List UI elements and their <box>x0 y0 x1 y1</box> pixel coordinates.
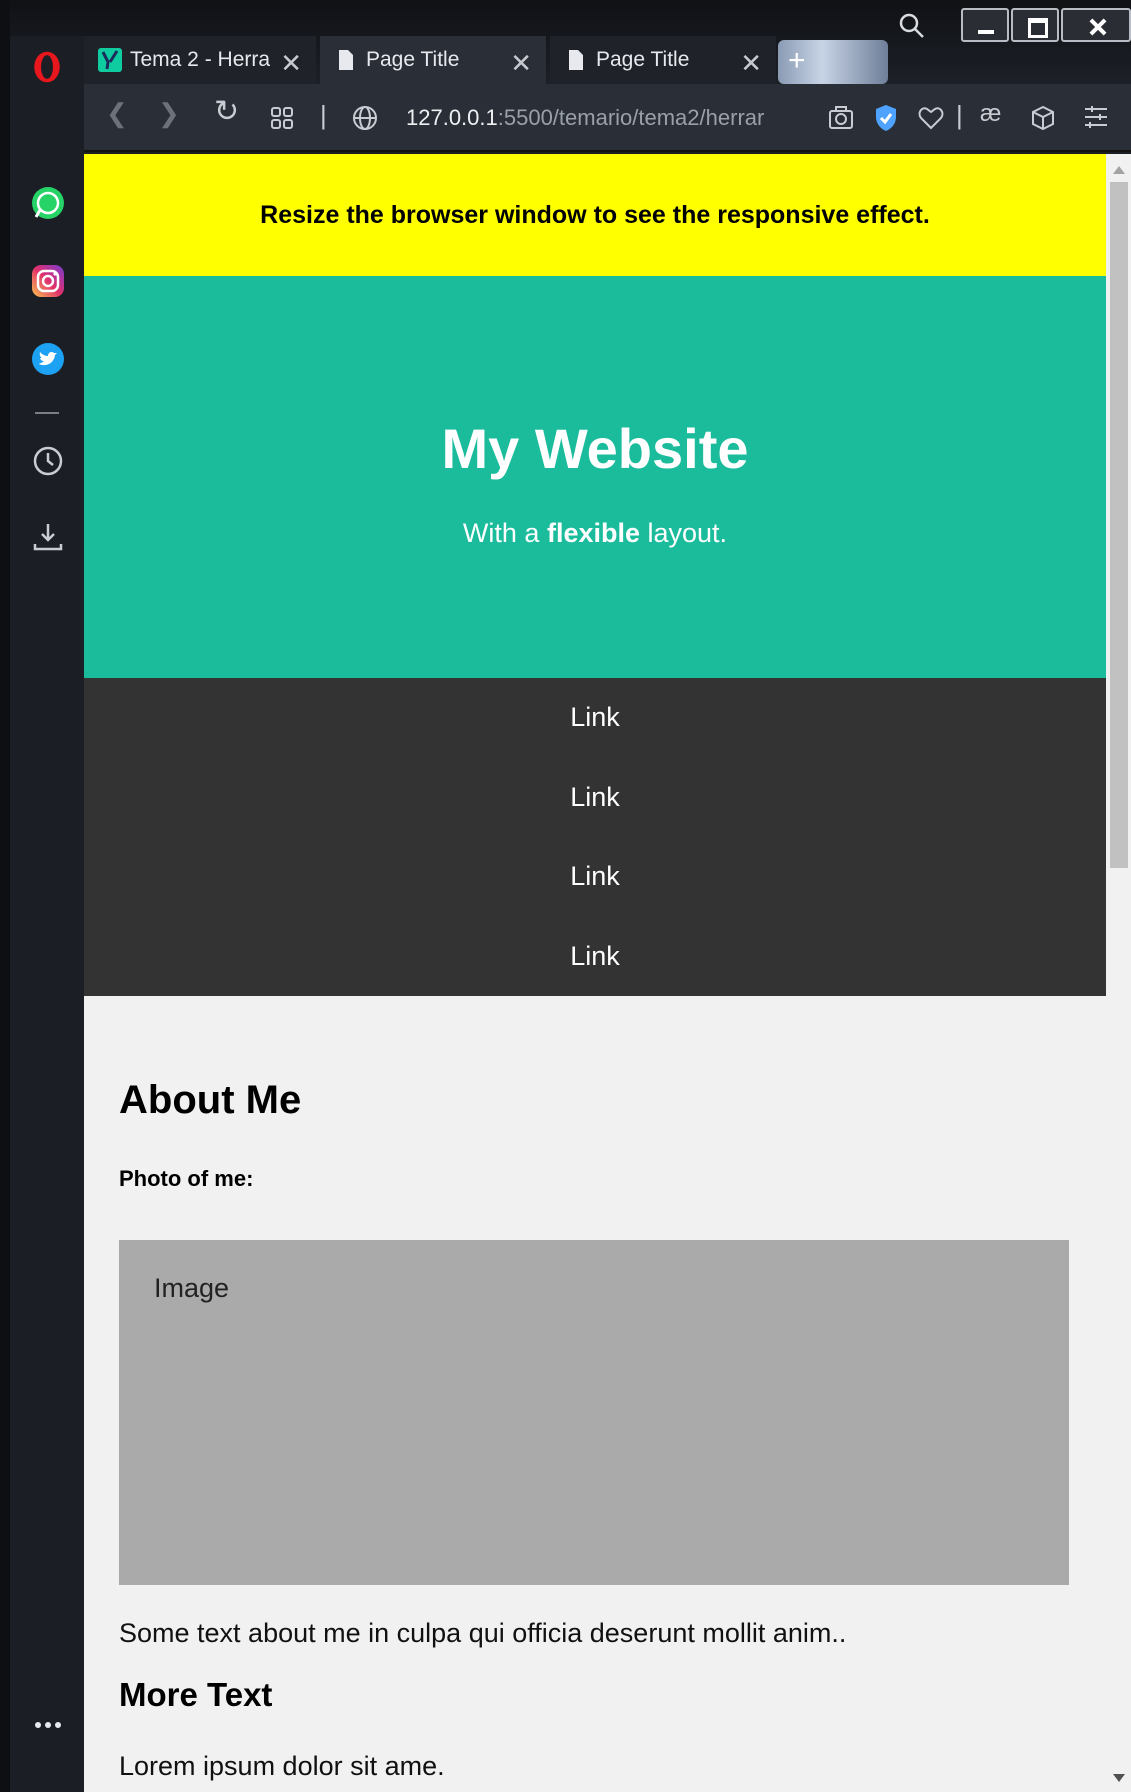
twitter-icon[interactable] <box>31 342 65 376</box>
adblock-shield-icon[interactable] <box>874 104 898 132</box>
minimize-button[interactable] <box>961 8 1009 42</box>
sidebar-divider <box>35 412 59 414</box>
close-tab-icon[interactable]: ✕ <box>280 48 302 79</box>
address-toolbar: ❮ ❯ ↻ | 127.0.0.1:5500/temario/tema2/her… <box>84 84 1131 152</box>
heart-icon[interactable] <box>918 106 944 130</box>
subtitle-bold: flexible <box>546 518 640 548</box>
url-path: :5500/temario/tema2/herrar <box>497 105 765 130</box>
page-scrollbar[interactable] <box>1106 154 1131 1792</box>
more-icon[interactable] <box>31 1708 65 1742</box>
tab-page-title-2[interactable]: Page Title ✕ <box>550 36 776 84</box>
subtitle-text: With a <box>462 518 547 548</box>
whatsapp-icon[interactable] <box>31 186 65 220</box>
address-input[interactable]: 127.0.0.1:5500/temario/tema2/herrar <box>406 105 886 131</box>
nav-link-2[interactable]: Link <box>84 758 1106 838</box>
site-title: My Website <box>441 417 749 480</box>
more-text-heading: More Text <box>119 1676 273 1713</box>
url-host: 127.0.0.1 <box>406 105 498 130</box>
responsive-notice: Resize the browser window to see the res… <box>84 154 1106 276</box>
about-text: Some text about me in culpa qui officia … <box>119 1618 847 1648</box>
window-controls <box>959 8 1131 42</box>
tab-label: Tema 2 - Herra <box>130 48 271 71</box>
window-edge <box>0 0 10 1792</box>
page-header: My Website With a flexible layout. <box>84 276 1106 678</box>
navbar: Link Link Link Link <box>84 678 1106 996</box>
camera-icon[interactable] <box>828 106 854 130</box>
opera-sidebar <box>10 36 84 1792</box>
tab-tema2[interactable]: Tema 2 - Herra ✕ <box>84 36 316 84</box>
page-icon <box>339 50 353 70</box>
scroll-up-icon[interactable] <box>1113 166 1125 174</box>
site-subtitle: With a flexible layout. <box>84 518 1106 549</box>
scroll-thumb[interactable] <box>1110 182 1128 868</box>
tab-label: Page Title <box>596 48 690 71</box>
about-heading: About Me <box>119 1078 302 1122</box>
page-viewport: Resize the browser window to see the res… <box>84 154 1131 1792</box>
easy-setup-icon[interactable] <box>1084 106 1108 128</box>
close-tab-icon[interactable]: ✕ <box>510 48 532 79</box>
photo-label: Photo of me: <box>119 1166 254 1191</box>
image-placeholder-text: Image <box>154 1273 230 1303</box>
new-tab-button[interactable]: + <box>778 40 888 84</box>
opera-logo[interactable] <box>30 50 64 84</box>
reload-icon[interactable]: ↻ <box>214 94 239 129</box>
extensions-cube-icon[interactable] <box>1030 105 1056 131</box>
plus-icon: + <box>788 44 806 77</box>
nav-link-3[interactable]: Link <box>84 837 1106 917</box>
extension-ae-icon[interactable]: æ <box>980 100 1001 128</box>
separator: | <box>320 100 327 130</box>
nav-link-1[interactable]: Link <box>84 678 1106 758</box>
image-placeholder: Image <box>119 1240 1069 1585</box>
separator: | <box>956 100 963 130</box>
subtitle-text: layout. <box>640 518 728 548</box>
close-window-button[interactable] <box>1061 8 1131 42</box>
maximize-button[interactable] <box>1011 8 1059 42</box>
lorem-text: Lorem ipsum dolor sit ame. <box>119 1751 445 1781</box>
close-tab-icon[interactable]: ✕ <box>740 48 762 79</box>
tab-label: Page Title <box>366 48 460 71</box>
page-icon <box>569 50 583 70</box>
yoast-favicon-icon <box>98 48 122 72</box>
speed-dial-icon[interactable] <box>270 106 294 130</box>
globe-icon <box>353 106 377 130</box>
forward-icon[interactable]: ❯ <box>158 98 180 129</box>
search-tabs-icon[interactable] <box>898 12 926 40</box>
back-icon[interactable]: ❮ <box>106 98 128 129</box>
scroll-down-icon[interactable] <box>1113 1774 1125 1782</box>
download-icon[interactable] <box>31 520 65 554</box>
history-icon[interactable] <box>31 444 65 478</box>
tab-page-title[interactable]: Page Title ✕ <box>320 36 546 84</box>
instagram-icon[interactable] <box>31 264 65 298</box>
nav-link-4[interactable]: Link <box>84 917 1106 997</box>
